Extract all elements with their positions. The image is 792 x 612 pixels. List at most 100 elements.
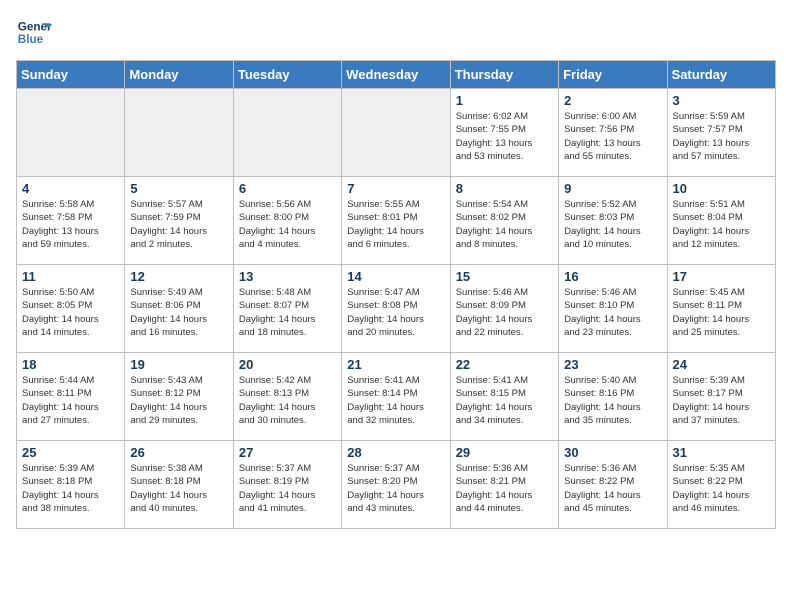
day-number: 17 (673, 269, 770, 284)
calendar-cell: 17 Sunrise: 5:45 AM Sunset: 8:11 PM Dayli… (667, 265, 775, 353)
day-number: 31 (673, 445, 770, 460)
column-header-saturday: Saturday (667, 61, 775, 89)
day-number: 1 (456, 93, 553, 108)
calendar-cell: 13 Sunrise: 5:48 AM Sunset: 8:07 PM Dayli… (233, 265, 341, 353)
day-info: Sunrise: 5:57 AM Sunset: 7:59 PM Dayligh… (130, 198, 227, 251)
calendar-table: SundayMondayTuesdayWednesdayThursdayFrid… (16, 60, 776, 529)
day-info: Sunrise: 5:36 AM Sunset: 8:21 PM Dayligh… (456, 462, 553, 515)
day-info: Sunrise: 5:48 AM Sunset: 8:07 PM Dayligh… (239, 286, 336, 339)
day-info: Sunrise: 5:49 AM Sunset: 8:06 PM Dayligh… (130, 286, 227, 339)
page-header: General Blue (16, 16, 776, 52)
day-info: Sunrise: 5:36 AM Sunset: 8:22 PM Dayligh… (564, 462, 661, 515)
calendar-cell: 15Sunrise: 5:46 AM Sunset: 8:09 PM Dayli… (450, 265, 558, 353)
calendar-cell: 8 Sunrise: 5:54 AM Sunset: 8:02 PM Daylig… (450, 177, 558, 265)
day-number: 28 (347, 445, 444, 460)
day-number: 4 (22, 181, 119, 196)
day-number: 19 (130, 357, 227, 372)
calendar-cell: 16 Sunrise: 5:46 AM Sunset: 8:10 PM Dayli… (559, 265, 667, 353)
calendar-cell (233, 89, 341, 177)
day-number: 12 (130, 269, 227, 284)
day-number: 26 (130, 445, 227, 460)
day-info: Sunrise: 5:46 AM Sunset: 8:10 PM Dayligh… (564, 286, 661, 339)
day-number: 9 (564, 181, 661, 196)
day-info: Sunrise: 5:46 AM Sunset: 8:09 PM Dayligh… (456, 286, 553, 339)
day-info: Sunrise: 6:00 AM Sunset: 7:56 PM Dayligh… (564, 110, 661, 163)
svg-text:Blue: Blue (18, 33, 44, 46)
calendar-cell: 30 Sunrise: 5:36 AM Sunset: 8:22 PM Dayli… (559, 441, 667, 529)
day-number: 6 (239, 181, 336, 196)
day-info: Sunrise: 5:42 AM Sunset: 8:13 PM Dayligh… (239, 374, 336, 427)
logo: General Blue (16, 16, 52, 52)
day-number: 8 (456, 181, 553, 196)
day-info: Sunrise: 5:47 AM Sunset: 8:08 PM Dayligh… (347, 286, 444, 339)
day-info: Sunrise: 5:51 AM Sunset: 8:04 PM Dayligh… (673, 198, 770, 251)
calendar-cell: 27 Sunrise: 5:37 AM Sunset: 8:19 PM Dayli… (233, 441, 341, 529)
day-info: Sunrise: 5:44 AM Sunset: 8:11 PM Dayligh… (22, 374, 119, 427)
day-info: Sunrise: 5:38 AM Sunset: 8:18 PM Dayligh… (130, 462, 227, 515)
day-number: 5 (130, 181, 227, 196)
calendar-cell: 3Sunrise: 5:59 AM Sunset: 7:57 PM Daylig… (667, 89, 775, 177)
day-number: 11 (22, 269, 119, 284)
day-number: 3 (673, 93, 770, 108)
column-header-tuesday: Tuesday (233, 61, 341, 89)
day-info: Sunrise: 5:58 AM Sunset: 7:58 PM Dayligh… (22, 198, 119, 251)
day-number: 22 (456, 357, 553, 372)
calendar-cell: 20 Sunrise: 5:42 AM Sunset: 8:13 PM Dayli… (233, 353, 341, 441)
day-number: 2 (564, 93, 661, 108)
calendar-header-row: SundayMondayTuesdayWednesdayThursdayFrid… (17, 61, 776, 89)
column-header-wednesday: Wednesday (342, 61, 450, 89)
day-number: 21 (347, 357, 444, 372)
calendar-cell (17, 89, 125, 177)
day-info: Sunrise: 5:37 AM Sunset: 8:20 PM Dayligh… (347, 462, 444, 515)
day-info: Sunrise: 5:54 AM Sunset: 8:02 PM Dayligh… (456, 198, 553, 251)
calendar-cell: 19 Sunrise: 5:43 AM Sunset: 8:12 PM Dayli… (125, 353, 233, 441)
day-number: 14 (347, 269, 444, 284)
day-info: Sunrise: 5:40 AM Sunset: 8:16 PM Dayligh… (564, 374, 661, 427)
calendar-cell: 2 Sunrise: 6:00 AM Sunset: 7:56 PM Daylig… (559, 89, 667, 177)
day-number: 30 (564, 445, 661, 460)
calendar-cell: 5 Sunrise: 5:57 AM Sunset: 7:59 PM Daylig… (125, 177, 233, 265)
day-number: 18 (22, 357, 119, 372)
calendar-cell: 18 Sunrise: 5:44 AM Sunset: 8:11 PM Dayli… (17, 353, 125, 441)
day-number: 16 (564, 269, 661, 284)
week-row-3: 11 Sunrise: 5:50 AM Sunset: 8:05 PM Dayli… (17, 265, 776, 353)
day-info: Sunrise: 5:37 AM Sunset: 8:19 PM Dayligh… (239, 462, 336, 515)
day-number: 20 (239, 357, 336, 372)
calendar-cell: 31 Sunrise: 5:35 AM Sunset: 8:22 PM Dayli… (667, 441, 775, 529)
day-number: 27 (239, 445, 336, 460)
day-info: Sunrise: 5:41 AM Sunset: 8:15 PM Dayligh… (456, 374, 553, 427)
day-info: Sunrise: 5:39 AM Sunset: 8:17 PM Dayligh… (673, 374, 770, 427)
calendar-cell: 9 Sunrise: 5:52 AM Sunset: 8:03 PM Daylig… (559, 177, 667, 265)
day-info: Sunrise: 5:35 AM Sunset: 8:22 PM Dayligh… (673, 462, 770, 515)
column-header-monday: Monday (125, 61, 233, 89)
day-number: 24 (673, 357, 770, 372)
column-header-thursday: Thursday (450, 61, 558, 89)
day-number: 10 (673, 181, 770, 196)
calendar-cell: 6Sunrise: 5:56 AM Sunset: 8:00 PM Daylig… (233, 177, 341, 265)
calendar-cell: 7Sunrise: 5:55 AM Sunset: 8:01 PM Daylig… (342, 177, 450, 265)
column-header-sunday: Sunday (17, 61, 125, 89)
calendar-cell: 21Sunrise: 5:41 AM Sunset: 8:14 PM Dayli… (342, 353, 450, 441)
day-number: 29 (456, 445, 553, 460)
svg-text:General: General (18, 20, 52, 33)
calendar-cell: 28 Sunrise: 5:37 AM Sunset: 8:20 PM Dayli… (342, 441, 450, 529)
week-row-5: 25Sunrise: 5:39 AM Sunset: 8:18 PM Dayli… (17, 441, 776, 529)
day-number: 7 (347, 181, 444, 196)
calendar-cell: 4 Sunrise: 5:58 AM Sunset: 7:58 PM Daylig… (17, 177, 125, 265)
calendar-cell: 22 Sunrise: 5:41 AM Sunset: 8:15 PM Dayli… (450, 353, 558, 441)
day-info: Sunrise: 5:52 AM Sunset: 8:03 PM Dayligh… (564, 198, 661, 251)
week-row-1: 1Sunrise: 6:02 AM Sunset: 7:55 PM Daylig… (17, 89, 776, 177)
column-header-friday: Friday (559, 61, 667, 89)
day-info: Sunrise: 5:39 AM Sunset: 8:18 PM Dayligh… (22, 462, 119, 515)
day-info: Sunrise: 5:45 AM Sunset: 8:11 PM Dayligh… (673, 286, 770, 339)
week-row-4: 18 Sunrise: 5:44 AM Sunset: 8:11 PM Dayli… (17, 353, 776, 441)
calendar-cell: 1Sunrise: 6:02 AM Sunset: 7:55 PM Daylig… (450, 89, 558, 177)
calendar-cell: 24 Sunrise: 5:39 AM Sunset: 8:17 PM Dayli… (667, 353, 775, 441)
calendar-cell: 14 Sunrise: 5:47 AM Sunset: 8:08 PM Dayli… (342, 265, 450, 353)
day-info: Sunrise: 5:50 AM Sunset: 8:05 PM Dayligh… (22, 286, 119, 339)
day-number: 13 (239, 269, 336, 284)
calendar-cell (125, 89, 233, 177)
calendar-cell (342, 89, 450, 177)
day-info: Sunrise: 5:43 AM Sunset: 8:12 PM Dayligh… (130, 374, 227, 427)
logo-icon: General Blue (16, 16, 52, 52)
